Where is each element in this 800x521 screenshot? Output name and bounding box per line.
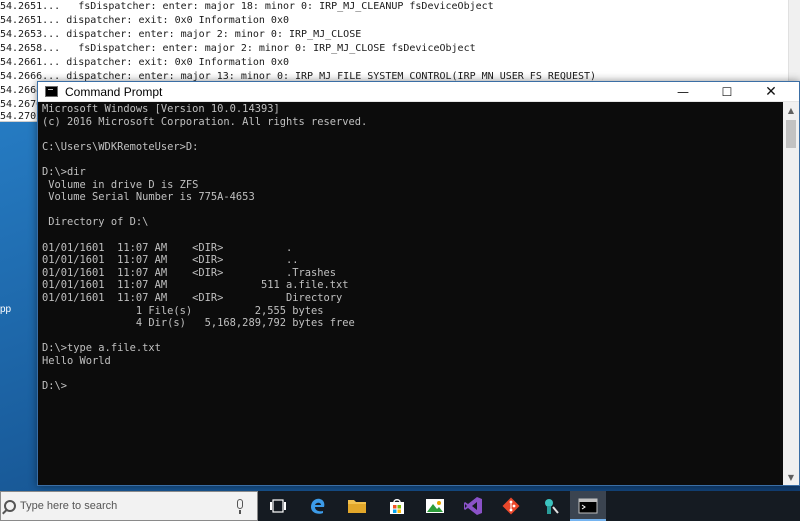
console-line: (c) 2016 Microsoft Corporation. All righ… — [42, 115, 368, 128]
taskbar: Type here to search — [0, 491, 800, 521]
desktop-icon-label[interactable]: pp — [0, 304, 11, 315]
command-prompt-window[interactable]: Command Prompt — ☐ ✕ Microsoft Windows [… — [37, 81, 800, 486]
console-prompt[interactable]: D:\> — [42, 380, 782, 393]
console-line: 01/01/1601 11:07 AM <DIR> .. — [42, 254, 299, 267]
edge-taskbar-button[interactable] — [302, 494, 334, 518]
debug-log-line: 54.2658... fsDispatcher: enter: major 2:… — [0, 43, 476, 54]
console-line: 01/01/1601 11:07 AM 511 a.file.txt — [42, 279, 349, 292]
maximize-button[interactable]: ☐ — [705, 82, 749, 102]
minimize-button[interactable]: — — [661, 82, 705, 102]
console-line: Directory of D:\ — [42, 216, 149, 229]
console-line: D:\>dir — [42, 165, 86, 178]
debug-log-line: 54.2651... fsDispatcher: enter: major 18… — [0, 1, 494, 12]
console-line: Hello World — [42, 354, 111, 367]
task-view-button[interactable] — [262, 494, 294, 518]
git-taskbar-button[interactable] — [495, 494, 527, 518]
debug-log-line: 54.2702 — [0, 111, 43, 122]
debug-log-line: 54.2661... dispatcher: exit: 0x0 Informa… — [0, 57, 289, 68]
store-bag-icon — [390, 499, 404, 514]
debugger-bug-icon — [545, 499, 559, 514]
microphone-icon[interactable] — [237, 499, 243, 514]
window-title: Command Prompt — [65, 85, 163, 99]
console-line: 01/01/1601 11:07 AM <DIR> .Trashes — [42, 266, 337, 279]
console-line: C:\Users\WDKRemoteUser>D: — [42, 140, 199, 153]
git-icon — [502, 497, 520, 515]
console-line: Microsoft Windows [Version 10.0.14393] — [42, 103, 280, 115]
taskbar-search-box[interactable]: Type here to search — [0, 491, 258, 521]
visual-studio-icon — [464, 497, 482, 515]
close-button[interactable]: ✕ — [749, 82, 793, 102]
debug-log-line: 54.2668 — [0, 85, 43, 96]
console-line: Volume Serial Number is 775A-4653 — [42, 191, 255, 204]
file-explorer-taskbar-button[interactable] — [341, 494, 373, 518]
folder-icon — [348, 500, 366, 513]
console-icon — [578, 498, 598, 514]
console-line: Volume in drive D is ZFS — [42, 178, 199, 191]
store-taskbar-button[interactable] — [381, 494, 413, 518]
console-line: 1 File(s) 2,555 bytes — [42, 304, 324, 317]
visual-studio-taskbar-button[interactable] — [457, 494, 489, 518]
console-line: D:\>type a.file.txt — [42, 342, 161, 355]
scroll-down-arrow-icon[interactable]: ▼ — [783, 469, 799, 485]
console-output[interactable]: Microsoft Windows [Version 10.0.14393] (… — [42, 103, 782, 485]
search-icon — [4, 500, 16, 512]
scroll-up-arrow-icon[interactable]: ▲ — [783, 102, 799, 118]
photos-icon — [426, 499, 444, 513]
edge-icon — [311, 498, 325, 514]
console-app-icon — [45, 86, 58, 97]
title-bar[interactable]: Command Prompt — ☐ ✕ — [38, 82, 799, 102]
scrollbar-thumb[interactable] — [786, 120, 796, 148]
console-line: 01/01/1601 11:07 AM <DIR> Directory — [42, 291, 343, 304]
debugger-taskbar-button[interactable] — [534, 494, 566, 518]
debug-log-line: 54.2651... dispatcher: exit: 0x0 Informa… — [0, 15, 289, 26]
photos-taskbar-button[interactable] — [419, 494, 451, 518]
console-scrollbar[interactable]: ▲ ▼ — [783, 102, 799, 485]
command-prompt-taskbar-button[interactable] — [570, 491, 606, 521]
console-line: 01/01/1601 11:07 AM <DIR> . — [42, 241, 293, 254]
debug-log-line: 54.2653... dispatcher: enter: major 2: m… — [0, 29, 362, 40]
task-view-icon — [270, 499, 286, 513]
console-line: 4 Dir(s) 5,168,289,792 bytes free — [42, 317, 355, 330]
search-placeholder: Type here to search — [20, 500, 118, 512]
